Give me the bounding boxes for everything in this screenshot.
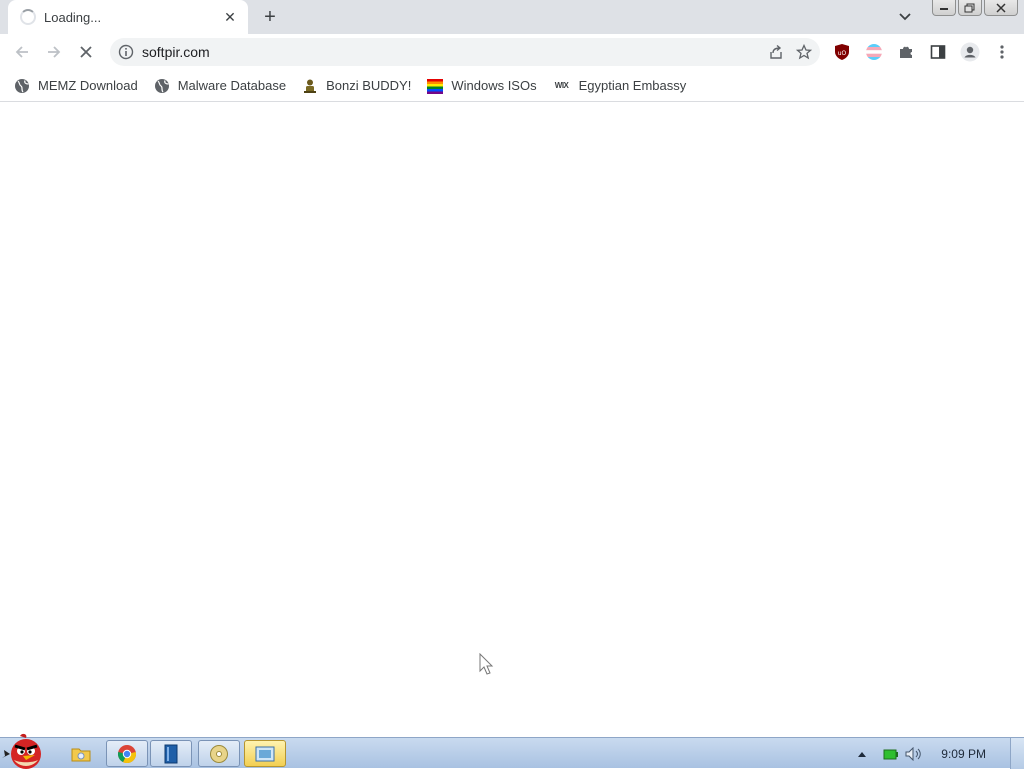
bookmarks-bar: MEMZ Download Malware Database Bonzi BUD… [0,70,1024,102]
forward-button[interactable] [42,40,66,64]
disc-icon [210,744,228,763]
bookmark-star-icon[interactable] [796,44,812,60]
bookmark-bonzi-buddy[interactable]: Bonzi BUDDY! [302,78,411,94]
arrow-right-icon [48,46,61,58]
chrome-icon [117,744,137,763]
taskbar-explorer-button[interactable] [60,740,102,767]
bookmark-malware-database[interactable]: Malware Database [154,78,286,94]
tab-strip: Loading... ✕ + [0,0,1024,34]
bookmark-label: Malware Database [177,78,287,93]
bonzi-icon [302,78,318,94]
taskbar-disc-button[interactable] [198,740,240,767]
bookmark-memz-download[interactable]: MEMZ Download [14,78,138,94]
url-text[interactable]: softpir.com [142,44,210,60]
bookmark-label: MEMZ Download [38,78,138,93]
profile-button[interactable] [960,42,980,62]
ublock-extension-button[interactable]: uO [832,42,852,62]
folder-icon [71,748,91,761]
loading-spinner-icon [20,9,36,25]
info-icon [118,44,134,60]
globe-icon [14,78,30,94]
angry-bird-icon [2,733,41,769]
close-icon [996,2,1006,13]
bookmark-label: Egyptian Embassy [578,78,687,93]
page-content[interactable] [0,103,1024,737]
extensions-button[interactable] [896,42,916,62]
bookmark-label: Bonzi BUDDY! [326,78,412,93]
puzzle-icon [900,46,912,58]
restore-icon [964,3,975,12]
kebab-menu-icon [1000,45,1004,59]
side-panel-icon [930,45,946,59]
bookmark-windows-isos[interactable]: Windows ISOs [427,78,537,94]
ublock-shield-icon: uO [835,44,849,60]
system-tray: 9:09 PM [857,738,1024,769]
volume-icon[interactable] [905,746,923,761]
picture-icon [255,746,275,761]
flag-extension-button[interactable] [864,42,884,62]
minimize-button[interactable] [932,0,956,16]
tab-close-button[interactable]: ✕ [222,9,238,25]
browser-toolbar: softpir.com uO [0,34,1024,70]
tab-title: Loading... [44,9,102,25]
svg-text:uO: uO [838,50,847,57]
start-button[interactable] [2,732,50,770]
taskbar: 9:09 PM [0,733,1024,769]
arrow-left-icon [15,46,28,58]
new-tab-button[interactable]: + [259,6,281,28]
close-window-button[interactable] [984,0,1018,16]
taskbar-clock[interactable]: 9:09 PM [941,747,986,761]
share-icon[interactable] [768,44,784,60]
stop-icon [80,46,92,58]
back-button[interactable] [10,40,34,64]
address-bar[interactable]: softpir.com [110,38,820,66]
taskbar-chrome-button[interactable] [106,740,148,767]
bookmark-label: Windows ISOs [451,78,537,93]
rainbow-flag-icon [427,78,444,94]
browser-tab[interactable]: Loading... ✕ [8,0,248,34]
show-hidden-icons-icon[interactable] [857,750,867,758]
stop-loading-button[interactable] [74,40,98,64]
chevron-down-icon [899,13,911,21]
tab-search-button[interactable] [895,8,915,26]
book-icon [164,744,178,763]
avatar-icon [960,42,980,62]
trans-flag-icon [866,44,882,60]
taskbar-screenshot-button[interactable] [244,740,286,767]
taskbar-app-button[interactable] [150,740,192,767]
side-panel-button[interactable] [928,42,948,62]
menu-button[interactable] [992,42,1012,62]
window-controls [932,0,1018,16]
mouse-cursor-icon [479,653,494,675]
globe-icon [154,78,170,94]
show-desktop-button[interactable] [1010,738,1024,769]
restore-button[interactable] [958,0,982,16]
wix-icon: WIX [554,81,569,90]
minimize-icon [940,7,948,10]
battery-icon[interactable] [883,748,899,760]
bookmark-egyptian-embassy[interactable]: WIX Egyptian Embassy [553,78,687,94]
